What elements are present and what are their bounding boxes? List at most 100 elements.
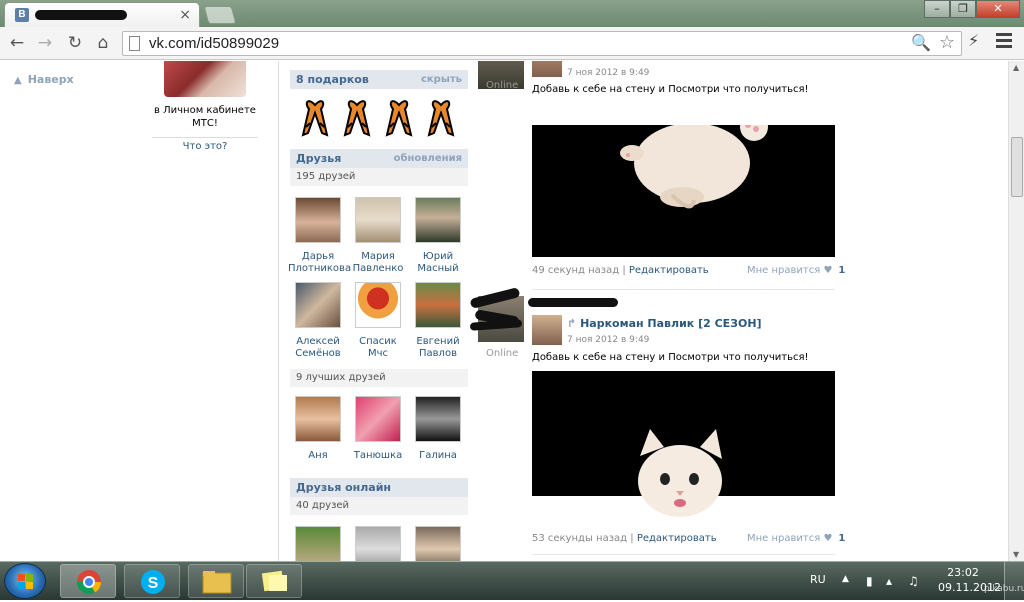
like-label[interactable]: Мне нравится <box>747 265 820 276</box>
friend-avatar[interactable] <box>295 526 341 561</box>
new-tab-button[interactable] <box>203 6 237 24</box>
taskbar-skype[interactable]: S <box>124 564 180 598</box>
bookmark-star-icon[interactable]: ☆ <box>939 32 955 53</box>
friend-avatar[interactable] <box>415 526 461 561</box>
friend-card[interactable]: Дарья Плотникова <box>288 197 351 275</box>
home-icon[interactable]: ⌂ <box>92 32 114 54</box>
gift-ribbon-icon[interactable] <box>300 97 330 137</box>
repost-avatar[interactable] <box>532 315 562 345</box>
address-bar[interactable]: vk.com/id50899029 🔍 ☆ <box>122 31 962 56</box>
friend-name[interactable]: Евгений Павлов <box>408 336 468 360</box>
to-top-link[interactable]: ▲ Наверх <box>14 73 74 86</box>
gift-ribbon-icon[interactable] <box>384 97 414 137</box>
friend-card[interactable] <box>408 526 468 561</box>
friend-card[interactable]: Юрий Масный <box>408 197 468 275</box>
friend-avatar[interactable] <box>355 197 401 243</box>
friend-name[interactable]: Спасик Мчс <box>348 336 408 360</box>
like-count[interactable]: 1 <box>838 265 845 276</box>
reload-icon[interactable]: ↻ <box>64 32 86 54</box>
friend-avatar[interactable] <box>355 396 401 442</box>
post-date[interactable]: 7 ноя 2012 в 9:49 <box>567 335 649 345</box>
tab-close-icon[interactable]: × <box>179 7 191 23</box>
post-time-ago[interactable]: 49 секунд назад <box>532 265 619 276</box>
browser-tab[interactable]: В × <box>4 2 200 27</box>
scroll-up-icon[interactable]: ▲ <box>1013 63 1019 72</box>
friend-avatar[interactable] <box>415 197 461 243</box>
extension-bolt-icon[interactable]: ⚡ <box>968 31 979 50</box>
chrome-menu-icon[interactable] <box>996 33 1012 51</box>
ad-text[interactable]: в Личном кабинете МТС! <box>152 104 258 130</box>
start-button[interactable] <box>4 563 46 599</box>
like-label[interactable]: Мне нравится <box>747 533 820 544</box>
post-time-ago[interactable]: 53 секунды назад <box>532 533 627 544</box>
friends-title[interactable]: Друзья <box>296 149 341 168</box>
friend-card[interactable] <box>348 526 408 561</box>
gifts-title[interactable]: 8 подарков <box>296 70 369 89</box>
gifts-header[interactable]: 8 подарков скрыть <box>290 70 468 89</box>
friend-card[interactable] <box>288 526 348 561</box>
taskbar-sticky-notes[interactable] <box>246 564 302 598</box>
friends-online-count[interactable]: 40 друзей <box>290 497 468 515</box>
gifts-hide-link[interactable]: скрыть <box>421 70 462 89</box>
friends-header[interactable]: Друзья обновления <box>290 149 468 168</box>
back-arrow-icon[interactable]: ← <box>6 32 28 54</box>
friend-card[interactable]: Спасик Мчс <box>348 282 408 360</box>
close-window-button[interactable]: ✕ <box>976 0 1020 18</box>
like-button[interactable]: Мне нравится ♥ 1 <box>747 265 845 276</box>
friend-avatar[interactable] <box>355 526 401 561</box>
like-count[interactable]: 1 <box>838 533 845 544</box>
friend-card[interactable]: Евгений Павлов <box>408 282 468 360</box>
friends-updates-link[interactable]: обновления <box>394 149 462 168</box>
scroll-down-icon[interactable]: ▼ <box>1013 550 1019 559</box>
post-image-kitten-peek[interactable] <box>532 371 835 521</box>
friend-avatar[interactable] <box>295 396 341 442</box>
repost-author[interactable]: ↱ Наркоман Павлик [2 СЕЗОН] <box>567 317 762 330</box>
taskbar-chrome[interactable] <box>60 564 116 598</box>
friends-online-title[interactable]: Друзья онлайн <box>296 478 391 497</box>
volume-icon[interactable]: ♫ <box>908 574 919 588</box>
friend-avatar[interactable] <box>355 282 401 328</box>
post-date[interactable]: 7 ноя 2012 в 9:49 <box>567 68 649 78</box>
tray-expand-icon[interactable]: ▲ <box>842 574 849 584</box>
friend-card[interactable]: Мария Павленко <box>348 197 408 275</box>
friend-card[interactable]: Галина <box>408 396 468 462</box>
like-button[interactable]: Мне нравится ♥ 1 <box>747 533 845 544</box>
friend-card[interactable]: Алексей Семёнов <box>288 282 348 360</box>
friend-name[interactable]: Аня <box>288 450 348 462</box>
friends-count[interactable]: 195 друзей <box>290 168 468 186</box>
friend-name[interactable]: Мария Павленко <box>348 251 408 275</box>
friend-name[interactable]: Танюшка <box>348 450 408 462</box>
minimize-button[interactable]: – <box>924 0 950 18</box>
friend-card[interactable]: Аня <box>288 396 348 462</box>
friend-name[interactable]: Юрий Масный <box>408 251 468 275</box>
repost-avatar[interactable] <box>532 61 562 77</box>
taskbar-clock[interactable]: 23:02 09.11.2012 <box>938 565 1001 595</box>
edit-post-link[interactable]: Редактировать <box>637 533 717 544</box>
post-image-kitten-top[interactable] <box>532 113 835 257</box>
edit-post-link[interactable]: Редактировать <box>629 265 709 276</box>
page-scrollbar[interactable]: ▲ ▼ <box>1008 61 1024 561</box>
best-friends-title[interactable]: 9 лучших друзей <box>290 369 468 387</box>
ad-what-is-link[interactable]: Что это? <box>152 141 258 152</box>
gift-ribbon-icon[interactable] <box>426 97 456 137</box>
language-indicator[interactable]: RU <box>810 573 826 586</box>
scroll-thumb[interactable] <box>1011 137 1023 197</box>
show-desktop-button[interactable] <box>1004 562 1024 601</box>
friend-avatar[interactable] <box>415 282 461 328</box>
gift-ribbon-icon[interactable] <box>342 97 372 137</box>
friend-avatar[interactable] <box>295 197 341 243</box>
friends-online-header[interactable]: Друзья онлайн <box>290 478 468 497</box>
friend-name[interactable]: Дарья Плотникова <box>288 251 351 275</box>
friend-avatar[interactable] <box>295 282 341 328</box>
taskbar-explorer[interactable] <box>188 564 244 598</box>
ad-image[interactable] <box>164 61 246 97</box>
forward-arrow-icon[interactable]: → <box>34 32 56 54</box>
battery-icon[interactable]: ▮ <box>866 574 873 588</box>
maximize-button[interactable]: ❐ <box>950 0 976 18</box>
url-text[interactable]: vk.com/id50899029 <box>149 35 279 52</box>
friend-avatar[interactable] <box>415 396 461 442</box>
repost-author-name[interactable]: Наркоман Павлик [2 СЕЗОН] <box>580 317 762 330</box>
friend-name[interactable]: Алексей Семёнов <box>288 336 348 360</box>
network-icon[interactable]: ▴ <box>886 574 892 588</box>
zoom-icon[interactable]: 🔍 <box>911 33 931 52</box>
